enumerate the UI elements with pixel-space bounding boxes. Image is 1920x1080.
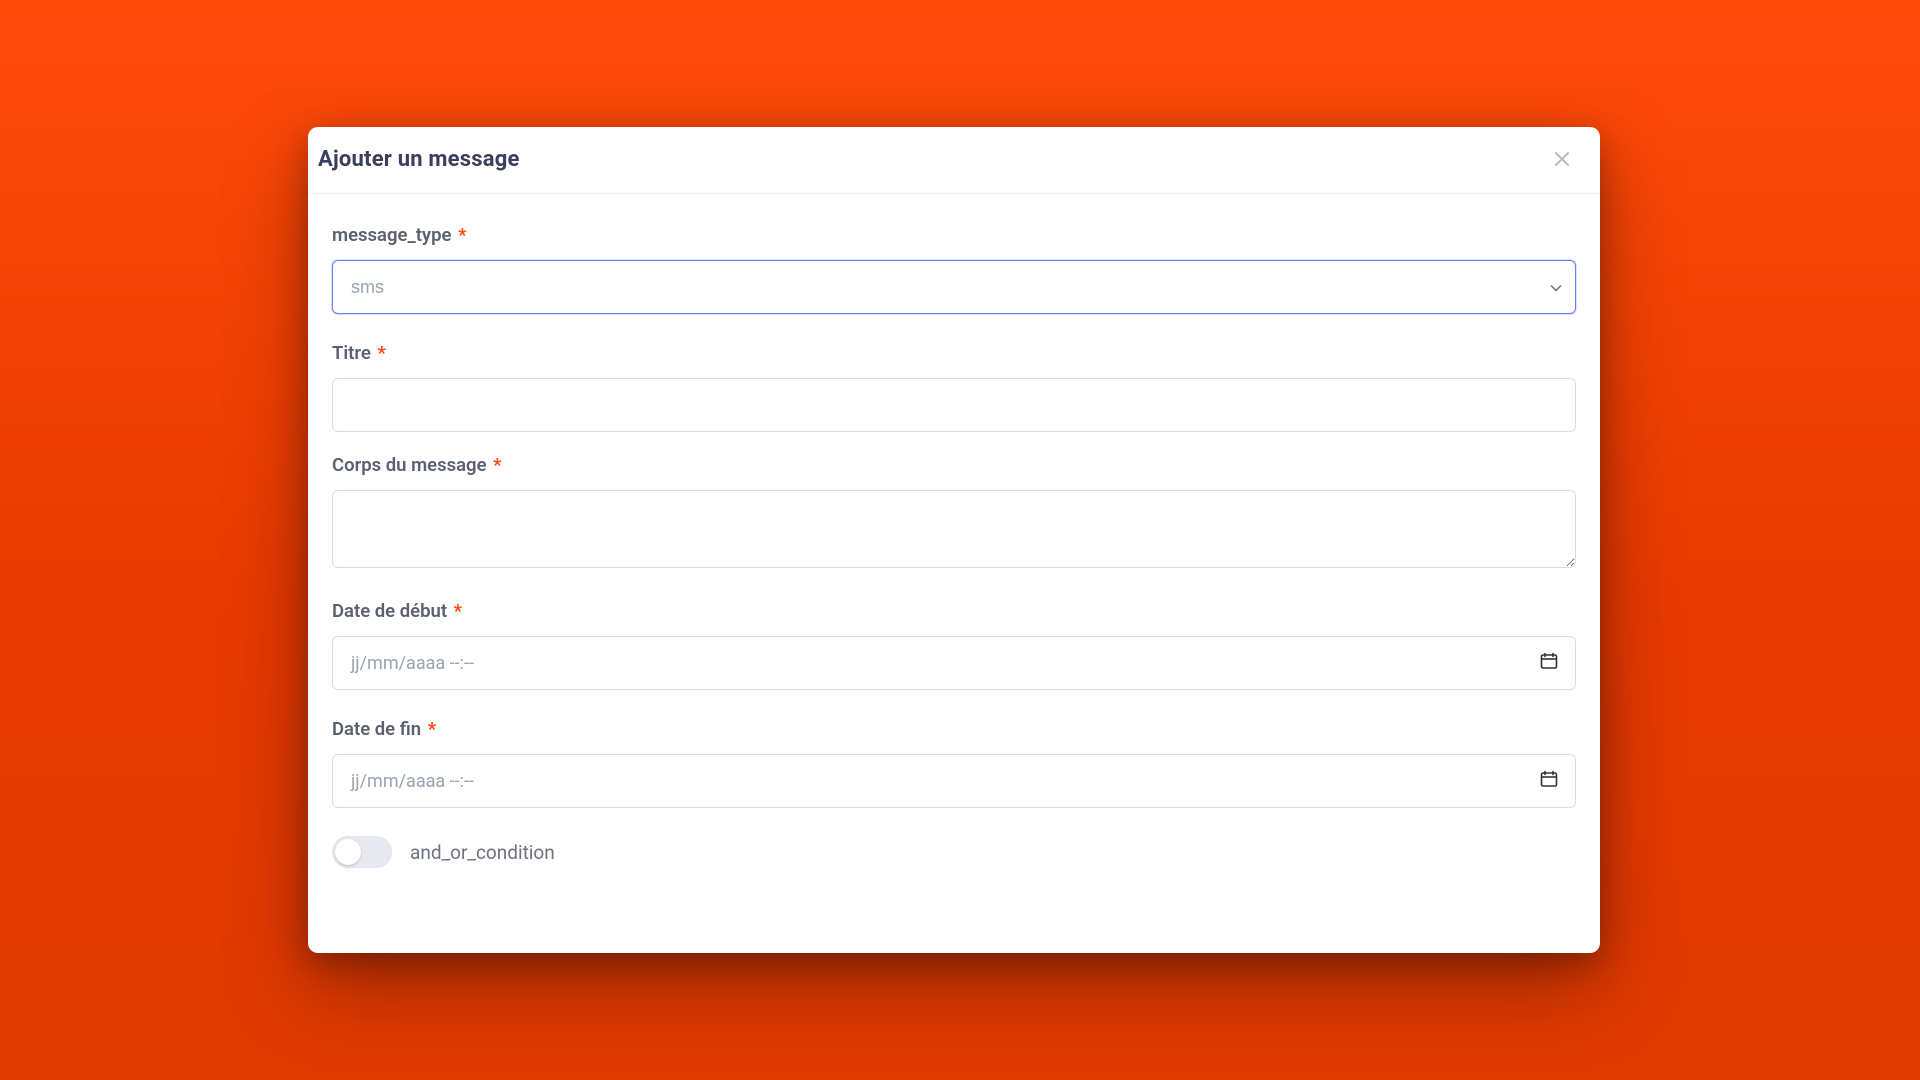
modal-title: Ajouter un message — [318, 147, 520, 172]
close-icon — [1555, 152, 1569, 166]
message-type-select[interactable]: sms — [332, 260, 1576, 314]
field-and-or-condition: and_or_condition — [332, 836, 1576, 868]
date-debut-wrap: jj/mm/aaaa --:-- — [332, 636, 1576, 690]
modal-header: Ajouter un message — [308, 127, 1600, 194]
date-debut-label: Date de début * — [332, 600, 1576, 622]
date-debut-input[interactable]: jj/mm/aaaa --:-- — [332, 636, 1576, 690]
and-or-condition-toggle[interactable] — [332, 836, 392, 868]
message-type-select-wrap: sms — [332, 260, 1576, 314]
date-fin-placeholder: jj/mm/aaaa --:-- — [351, 771, 474, 792]
field-date-fin: Date de fin * jj/mm/aaaa --:-- — [332, 718, 1576, 808]
field-date-debut: Date de début * jj/mm/aaaa --:-- — [332, 600, 1576, 690]
field-message-type: message_type * sms — [332, 224, 1576, 314]
field-corps: Corps du message * — [332, 454, 1576, 572]
modal-body: message_type * sms Titre * — [308, 194, 1600, 908]
required-mark: * — [458, 224, 466, 246]
label-text: Titre — [332, 342, 371, 364]
date-fin-label: Date de fin * — [332, 718, 1576, 740]
required-mark: * — [493, 454, 501, 476]
message-type-label: message_type * — [332, 224, 1576, 246]
close-button[interactable] — [1548, 145, 1576, 173]
label-text: message_type — [332, 224, 451, 246]
date-fin-input[interactable]: jj/mm/aaaa --:-- — [332, 754, 1576, 808]
label-text: Date de début — [332, 600, 447, 622]
add-message-modal: Ajouter un message message_type * sms — [308, 127, 1600, 953]
corps-textarea[interactable] — [332, 490, 1576, 568]
field-titre: Titre * — [332, 342, 1576, 432]
required-mark: * — [377, 342, 385, 364]
date-fin-wrap: jj/mm/aaaa --:-- — [332, 754, 1576, 808]
required-mark: * — [454, 600, 462, 622]
required-mark: * — [428, 718, 436, 740]
titre-label: Titre * — [332, 342, 1576, 364]
corps-label: Corps du message * — [332, 454, 1576, 476]
label-text: Corps du message — [332, 454, 487, 476]
label-text: Date de fin — [332, 718, 421, 740]
date-debut-placeholder: jj/mm/aaaa --:-- — [351, 653, 474, 674]
and-or-condition-label: and_or_condition — [410, 841, 555, 864]
titre-input[interactable] — [332, 378, 1576, 432]
corps-textarea-wrap — [332, 490, 1576, 572]
toggle-knob — [335, 839, 361, 865]
